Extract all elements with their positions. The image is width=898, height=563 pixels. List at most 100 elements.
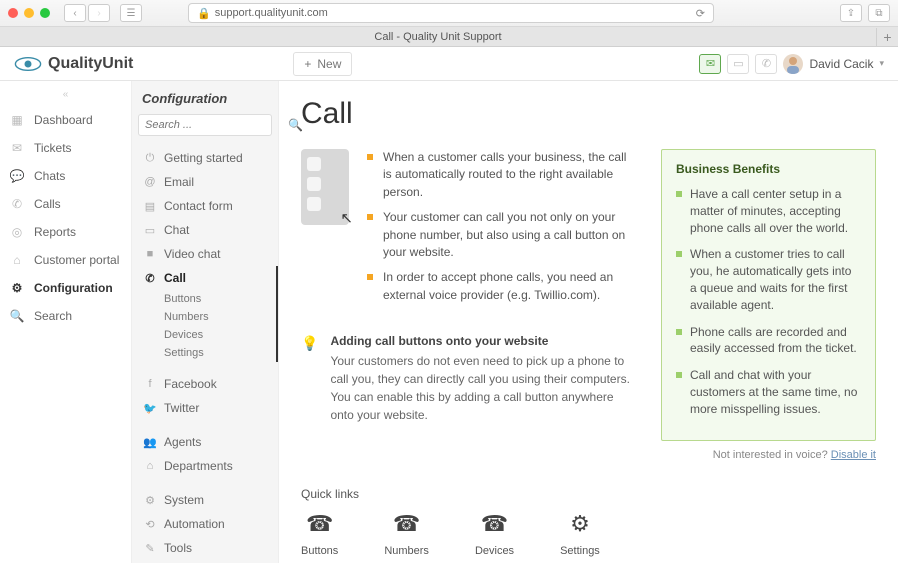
quick-link-settings[interactable]: ⚙ Settings (560, 511, 600, 557)
phone-indicator-icon[interactable]: ✆ (755, 54, 777, 74)
main-nav: « ▦Dashboard ✉Tickets 💬Chats ✆Calls ◎Rep… (0, 81, 132, 563)
quick-links-label: Quick links (301, 487, 876, 501)
main-content: Call ↖ When a customer calls your busine… (279, 81, 898, 563)
benefits-title: Business Benefits (676, 162, 861, 176)
benefit-item: Have a call center setup in a matter of … (676, 186, 861, 236)
tip-title: Adding call buttons onto your website (330, 334, 637, 348)
new-button[interactable]: + New (293, 52, 352, 76)
departments-icon: ⌂ (144, 460, 156, 472)
cfg-facebook[interactable]: fFacebook (138, 372, 272, 396)
power-icon: ⏻ (144, 152, 156, 165)
facebook-icon: f (144, 378, 156, 390)
lock-icon: 🔒 (197, 7, 211, 20)
intro-bullet: Your customer can call you not only on y… (367, 209, 637, 261)
tabs-icon[interactable]: ⧉ (868, 4, 890, 22)
chevron-down-icon[interactable]: ▾ (879, 58, 884, 69)
cfg-chat[interactable]: ▭Chat (138, 218, 272, 242)
collapse-nav-icon[interactable]: « (0, 87, 131, 106)
lightbulb-icon: 💡 (301, 335, 318, 352)
mail-indicator-icon[interactable]: ✉ (699, 54, 721, 74)
cfg-contact-form[interactable]: ▤Contact form (138, 194, 272, 218)
search-icon: 🔍 (10, 309, 24, 323)
gear-icon: ⚙ (10, 281, 24, 295)
nav-calls[interactable]: ✆Calls (0, 190, 131, 218)
logo-eye-icon (14, 55, 42, 73)
forward-button[interactable]: › (88, 4, 110, 22)
at-icon: @ (144, 176, 156, 188)
portal-icon: ⌂ (10, 253, 24, 267)
nav-customer-portal[interactable]: ⌂Customer portal (0, 246, 131, 274)
nav-dashboard[interactable]: ▦Dashboard (0, 106, 131, 134)
cfg-call-buttons[interactable]: Buttons (138, 290, 272, 308)
config-sidebar: Configuration 🔍 ⏻Getting started @Email … (132, 81, 279, 563)
back-button[interactable]: ‹ (64, 4, 86, 22)
cfg-call-devices[interactable]: Devices (138, 326, 272, 344)
cfg-departments[interactable]: ⌂Departments (138, 454, 272, 478)
url-bar[interactable]: 🔒 support.qualityunit.com ⟳ (188, 3, 714, 23)
automation-icon: ⟲ (144, 518, 156, 531)
cfg-getting-started[interactable]: ⏻Getting started (138, 146, 272, 170)
chat-indicator-icon[interactable]: ▭ (727, 54, 749, 74)
logo[interactable]: QualityUnit (14, 55, 133, 73)
cfg-call[interactable]: ✆Call (138, 266, 272, 290)
mail-icon: ✉ (10, 141, 24, 155)
url-text: support.qualityunit.com (215, 7, 328, 19)
config-title: Configuration (138, 91, 272, 114)
page-title: Call (301, 97, 876, 131)
intro-bullet: In order to accept phone calls, you need… (367, 269, 637, 304)
cfg-email[interactable]: @Email (138, 170, 272, 194)
quick-link-numbers[interactable]: ☎ Numbers (384, 511, 429, 557)
config-search-input[interactable] (145, 119, 288, 131)
tools-icon: ✎ (144, 542, 156, 555)
username[interactable]: David Cacik (809, 57, 873, 71)
nav-chats[interactable]: 💬Chats (0, 162, 131, 190)
brand-name: QualityUnit (48, 55, 133, 73)
cfg-system[interactable]: ⚙System (138, 488, 272, 512)
share-icon[interactable]: ⇪ (840, 4, 862, 22)
new-tab-button[interactable]: + (876, 28, 898, 46)
cfg-agents[interactable]: 👥Agents (138, 430, 272, 454)
nav-reports[interactable]: ◎Reports (0, 218, 131, 246)
benefit-item: Call and chat with your customers at the… (676, 367, 861, 417)
video-icon: ■ (144, 248, 156, 260)
cfg-video-chat[interactable]: ■Video chat (138, 242, 272, 266)
cfg-call-settings[interactable]: Settings (138, 344, 272, 362)
maximize-window-icon[interactable] (40, 8, 50, 18)
phone-icon: ✆ (10, 197, 24, 211)
form-icon: ▤ (144, 200, 156, 213)
window-controls[interactable] (8, 8, 50, 18)
phone-hash-icon: ☎ (481, 511, 508, 537)
cfg-automation[interactable]: ⟲Automation (138, 512, 272, 536)
tip-body: Your customers do not even need to pick … (330, 352, 637, 424)
benefit-item: When a customer tries to call you, he au… (676, 246, 861, 313)
refresh-icon[interactable]: ⟳ (696, 7, 705, 20)
cfg-tools[interactable]: ✎Tools (138, 536, 272, 560)
disable-link[interactable]: Disable it (831, 449, 876, 461)
chat-icon: 💬 (10, 169, 24, 183)
call-illustration: ↖ (301, 149, 349, 225)
cursor-icon: ↖ (340, 209, 353, 227)
benefits-box: Business Benefits Have a call center set… (661, 149, 876, 441)
browser-chrome: ‹ › ☰ 🔒 support.qualityunit.com ⟳ ⇪ ⧉ Ca… (0, 0, 898, 47)
plus-icon: + (304, 57, 311, 71)
cfg-twitter[interactable]: 🐦Twitter (138, 396, 272, 420)
agents-icon: 👥 (144, 436, 156, 449)
cfg-call-numbers[interactable]: Numbers (138, 308, 272, 326)
disable-prompt: Not interested in voice? Disable it (661, 449, 876, 461)
gear-icon: ⚙ (144, 494, 156, 507)
nav-tickets[interactable]: ✉Tickets (0, 134, 131, 162)
nav-search[interactable]: 🔍Search (0, 302, 131, 330)
phone-list-icon: ☎ (393, 511, 420, 537)
quick-link-devices[interactable]: ☎ Devices (475, 511, 514, 557)
intro-bullet: When a customer calls your business, the… (367, 149, 637, 201)
minimize-window-icon[interactable] (24, 8, 34, 18)
browser-tab[interactable]: Call - Quality Unit Support (0, 28, 876, 46)
avatar[interactable] (783, 54, 803, 74)
nav-configuration[interactable]: ⚙Configuration (0, 274, 131, 302)
close-window-icon[interactable] (8, 8, 18, 18)
config-search[interactable]: 🔍 (138, 114, 272, 136)
intro-bullets: When a customer calls your business, the… (367, 149, 637, 312)
quick-link-buttons[interactable]: ☎ Buttons (301, 511, 338, 557)
sidebar-toggle-icon[interactable]: ☰ (120, 4, 142, 22)
gear-icon: ⚙ (570, 511, 590, 537)
